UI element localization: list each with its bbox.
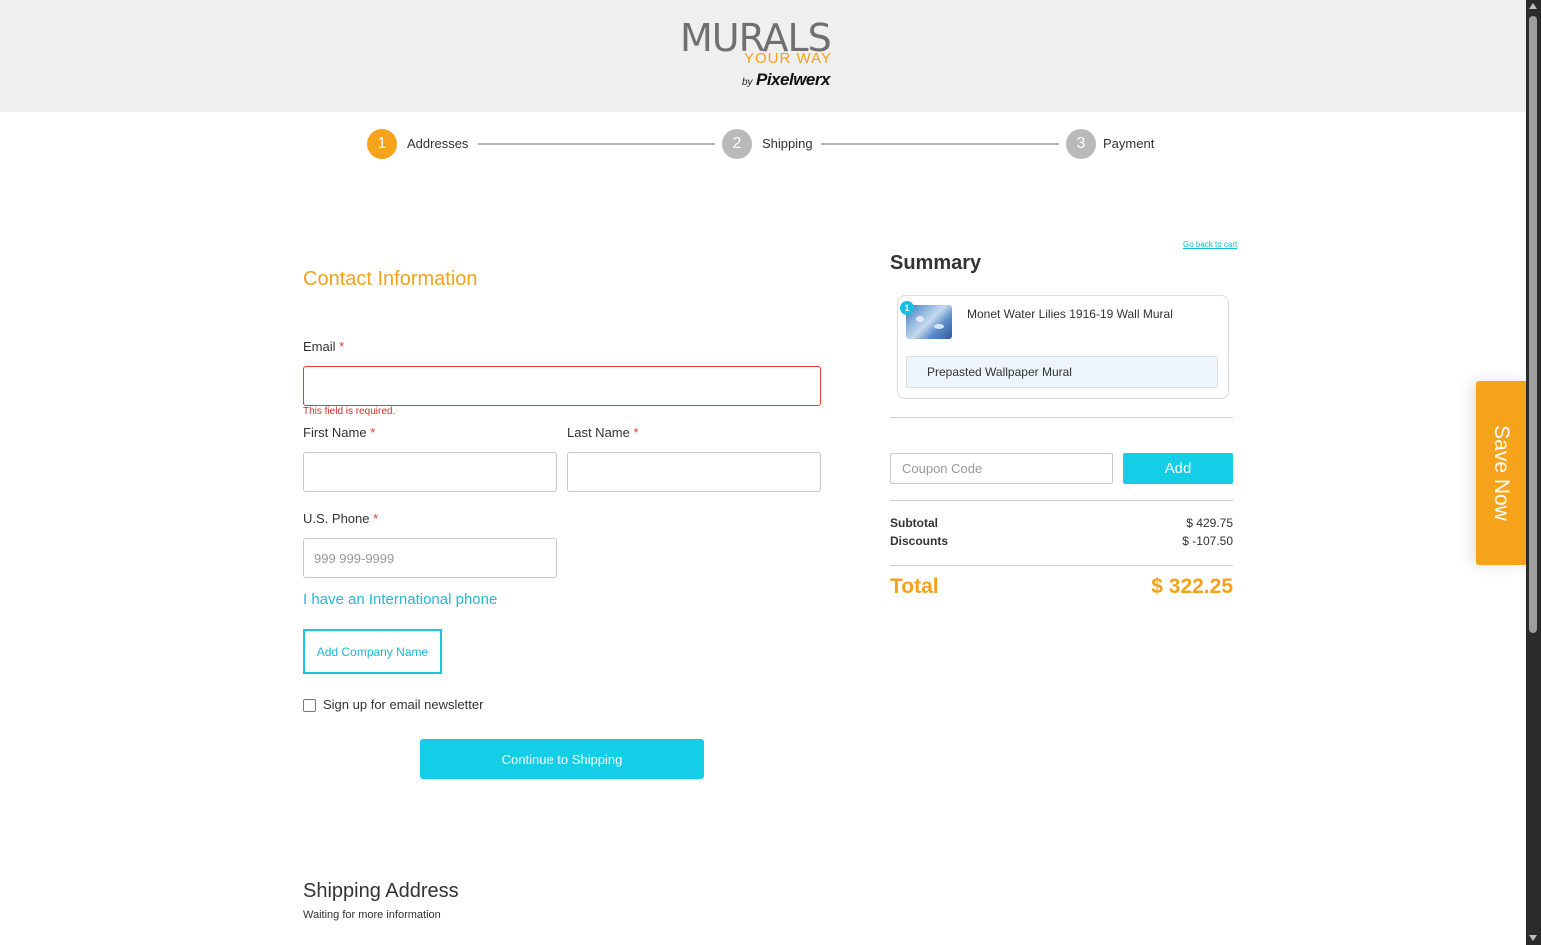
discounts-value: $ -107.50: [1182, 534, 1233, 548]
phone-field[interactable]: 999 999-9999: [303, 538, 557, 578]
quantity-badge: 1: [900, 301, 914, 315]
required-mark: *: [339, 339, 345, 354]
phone-placeholder: 999 999-9999: [314, 550, 395, 566]
add-coupon-button[interactable]: Add: [1123, 453, 1233, 484]
summary-divider: [890, 500, 1233, 501]
total-value: $ 322.25: [1151, 575, 1233, 598]
checkout-page: MURALS YOUR WAY by Pixelwerx 1 Addresses…: [0, 0, 1541, 945]
summary-divider: [890, 565, 1233, 566]
logo-sub-text: YOUR WAY: [744, 50, 833, 67]
shipping-address-status: Waiting for more information: [303, 909, 441, 921]
step-3-circle: 3: [1066, 129, 1096, 159]
discounts-label: Discounts: [890, 534, 949, 548]
logo-company-text: Pixelwerx: [756, 70, 830, 89]
step-addresses-label: Addresses: [407, 136, 469, 151]
coupon-placeholder: Coupon Code: [902, 461, 983, 476]
total-label: Total: [890, 575, 939, 598]
required-mark: *: [370, 425, 376, 440]
step-payment-label: Payment: [1103, 136, 1155, 151]
murals-your-way-logo[interactable]: MURALS YOUR WAY by Pixelwerx: [680, 18, 850, 94]
scrollbar-thumb[interactable]: [1529, 16, 1537, 633]
save-now-tab[interactable]: Save Now: [1476, 381, 1526, 565]
save-now-label: Save Now: [1490, 425, 1513, 521]
international-phone-link[interactable]: I have an International phone: [303, 591, 497, 608]
first-name-field[interactable]: [303, 452, 557, 492]
step-connector: [821, 143, 1059, 145]
required-mark: *: [633, 425, 639, 440]
step-connector: [478, 143, 715, 145]
subtotal-label: Subtotal: [890, 516, 938, 530]
site-header: MURALS YOUR WAY by Pixelwerx: [0, 0, 1526, 112]
scroll-up-arrow-icon[interactable]: [1529, 3, 1537, 9]
email-field[interactable]: [303, 366, 821, 406]
thumbnail-detail: [916, 316, 924, 322]
last-name-label-text: Last Name: [567, 425, 630, 440]
subtotal-value: $ 429.75: [1186, 516, 1233, 530]
step-1-circle: 1: [367, 129, 397, 159]
logo-by-text: by: [742, 77, 753, 88]
first-name-label-text: First Name: [303, 425, 367, 440]
summary-divider: [890, 417, 1233, 418]
step-2-circle: 2: [722, 129, 752, 159]
email-label: Email *: [303, 339, 344, 355]
last-name-field[interactable]: [567, 452, 821, 492]
last-name-label: Last Name *: [567, 425, 639, 441]
email-label-text: Email: [303, 339, 336, 354]
summary-title: Summary: [890, 252, 982, 274]
product-variant: Prepasted Wallpaper Mural: [906, 356, 1218, 388]
coupon-code-input[interactable]: Coupon Code: [890, 453, 1113, 484]
first-name-label: First Name *: [303, 425, 375, 441]
newsletter-label[interactable]: Sign up for email newsletter: [323, 697, 483, 712]
step-shipping-label: Shipping: [762, 136, 813, 151]
phone-label-text: U.S. Phone: [303, 511, 370, 526]
scroll-down-arrow-icon[interactable]: [1529, 935, 1537, 941]
phone-label: U.S. Phone *: [303, 511, 378, 527]
shipping-address-title: Shipping Address: [303, 880, 459, 902]
thumbnail-detail: [934, 324, 944, 329]
product-name: Monet Water Lilies 1916-19 Wall Mural: [967, 307, 1173, 321]
required-mark: *: [373, 511, 379, 526]
contact-information-title: Contact Information: [303, 268, 478, 290]
continue-to-shipping-button[interactable]: Continue to Shipping: [420, 739, 704, 779]
add-company-name-button[interactable]: Add Company Name: [303, 629, 442, 674]
email-error-message: This field is required.: [303, 406, 396, 417]
newsletter-checkbox[interactable]: [303, 699, 316, 712]
back-to-cart-link[interactable]: Go back to cart: [1183, 240, 1237, 249]
